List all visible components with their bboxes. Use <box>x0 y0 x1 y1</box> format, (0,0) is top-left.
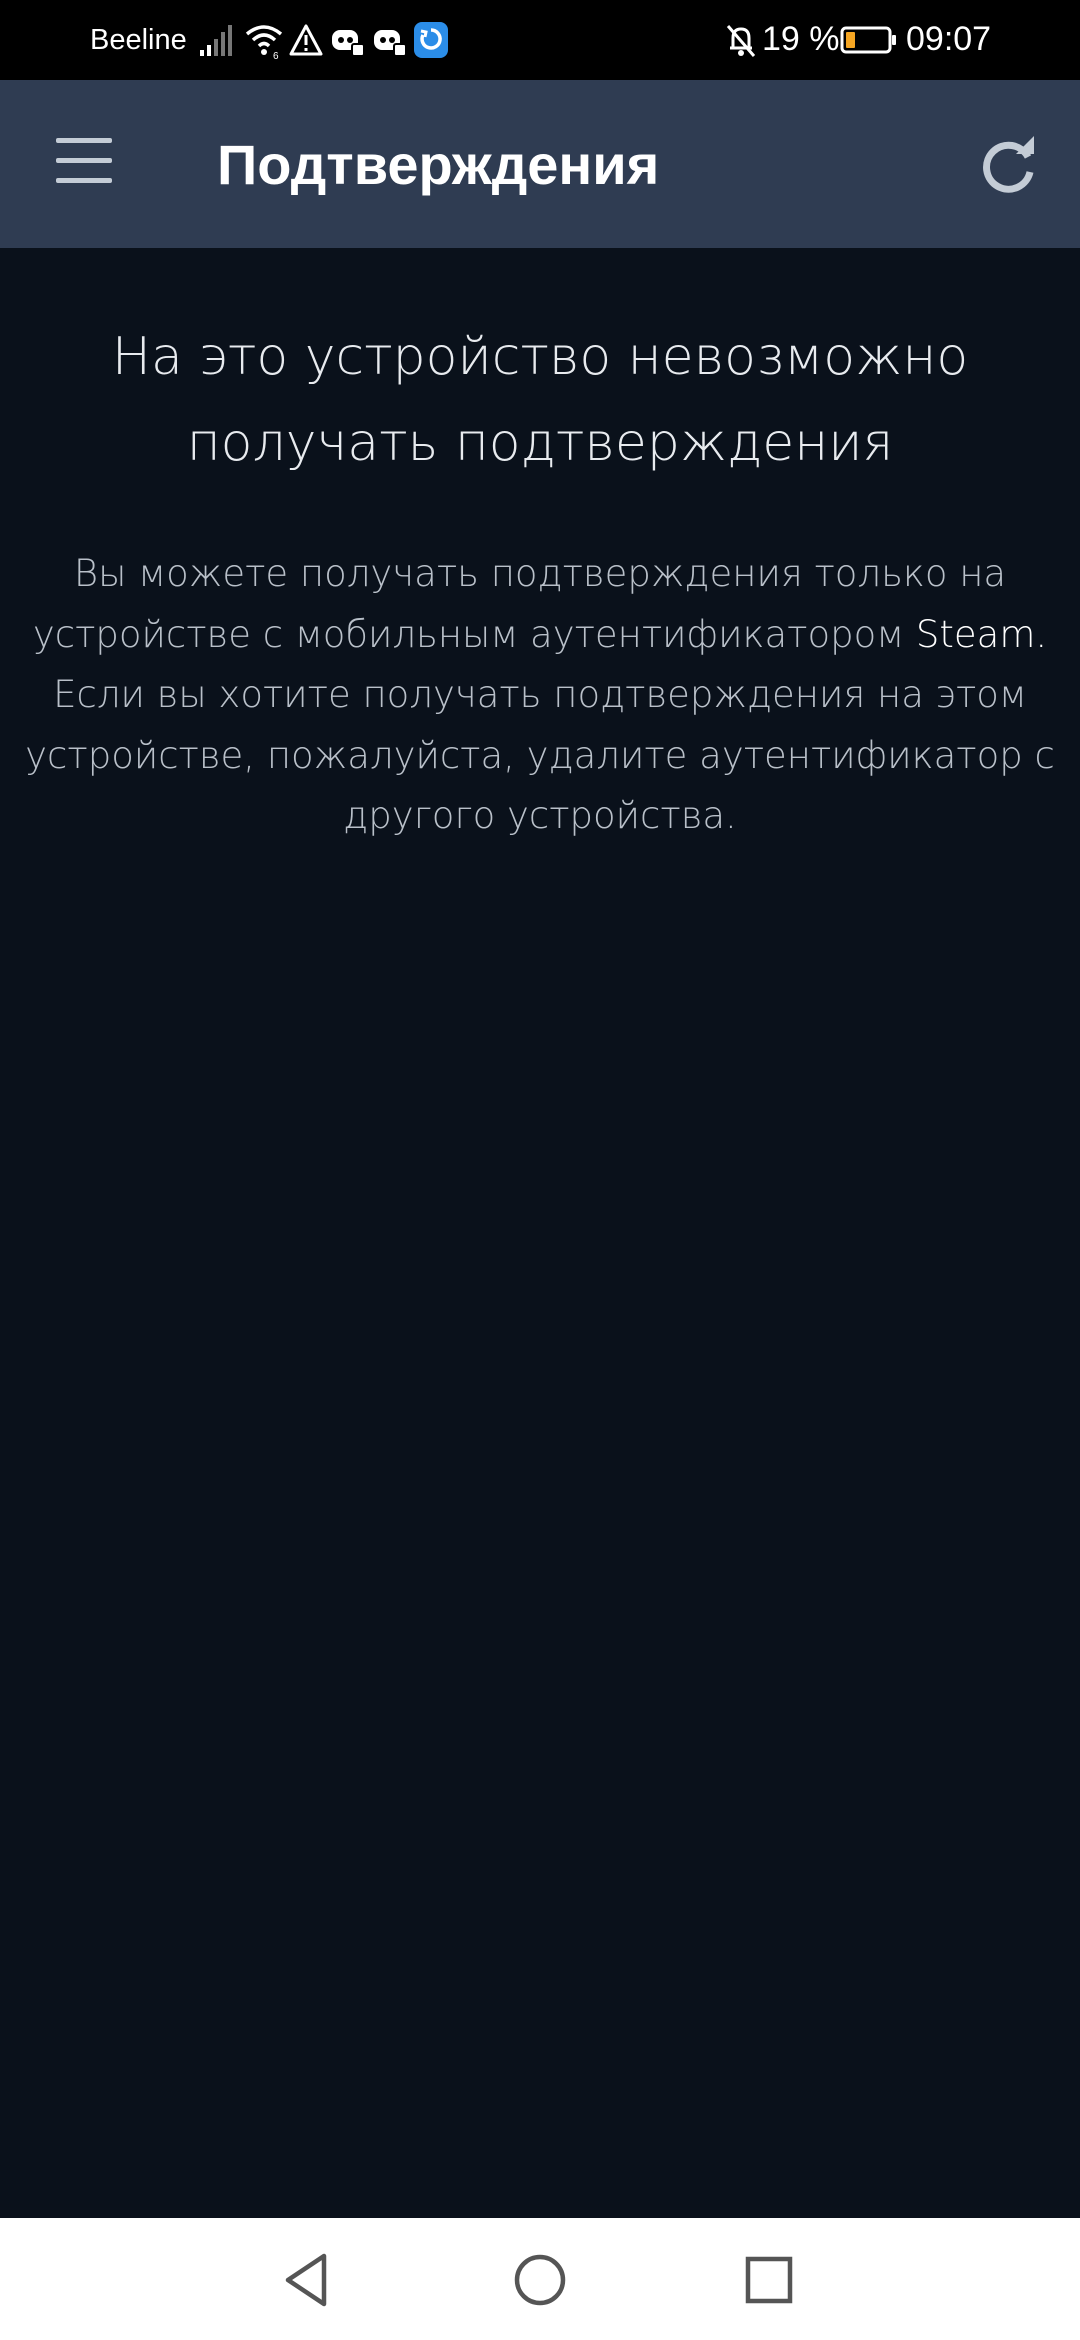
battery-percent: 19 % <box>762 20 840 58</box>
home-icon <box>514 2254 566 2306</box>
warning-icon <box>289 24 323 56</box>
signal-icon <box>200 25 232 56</box>
back-icon <box>285 2253 327 2307</box>
discord-icon <box>332 30 365 57</box>
svg-text:6: 6 <box>273 51 279 60</box>
heading-line: получать подтверждения <box>186 413 894 473</box>
app-bar: Подтверждения <box>0 80 1080 248</box>
refresh-icon <box>983 136 1034 193</box>
description-line: другого устройства. <box>343 794 737 837</box>
description-line: Если вы хотите получать подтверждения на… <box>53 673 1027 716</box>
steam-brand-text: Steam <box>915 612 1036 656</box>
recents-icon <box>745 2256 793 2304</box>
discord-icon <box>374 30 407 57</box>
status-bar: Beeline 6 19 % 09:07 <box>0 0 1080 80</box>
main-content: На это устройство невозможно получать по… <box>0 248 1080 2218</box>
menu-button[interactable] <box>40 123 128 205</box>
refresh-button[interactable] <box>972 130 1044 202</box>
navigation-bar <box>0 2218 1080 2340</box>
heading-line: На это устройство невозможно <box>111 327 969 387</box>
clock: 09:07 <box>906 20 992 58</box>
description-line-prefix: устройстве с мобильным аутентификатором <box>32 612 916 656</box>
bell-off-icon <box>726 25 756 57</box>
recents-button[interactable] <box>733 2244 805 2316</box>
page-title: Подтверждения <box>217 133 660 196</box>
wifi-icon: 6 <box>245 25 283 60</box>
carrier-name: Beeline <box>90 24 187 56</box>
description-line-suffix: . <box>1035 612 1048 656</box>
home-button[interactable] <box>504 2244 576 2316</box>
app-notification-icon <box>414 22 448 58</box>
back-button[interactable] <box>272 2244 344 2316</box>
description-text: Вы можете получать подтверждения только … <box>20 544 1060 847</box>
description-line: устройстве с мобильным аутентификатором … <box>20 605 1060 666</box>
description-line: устройстве, пожалуйста, удалите аутентиф… <box>25 733 1055 777</box>
battery-icon <box>840 26 896 54</box>
description-line: Вы можете получать подтверждения только … <box>73 552 1007 595</box>
unavailable-heading: На это устройство невозможно получать по… <box>30 314 1050 486</box>
